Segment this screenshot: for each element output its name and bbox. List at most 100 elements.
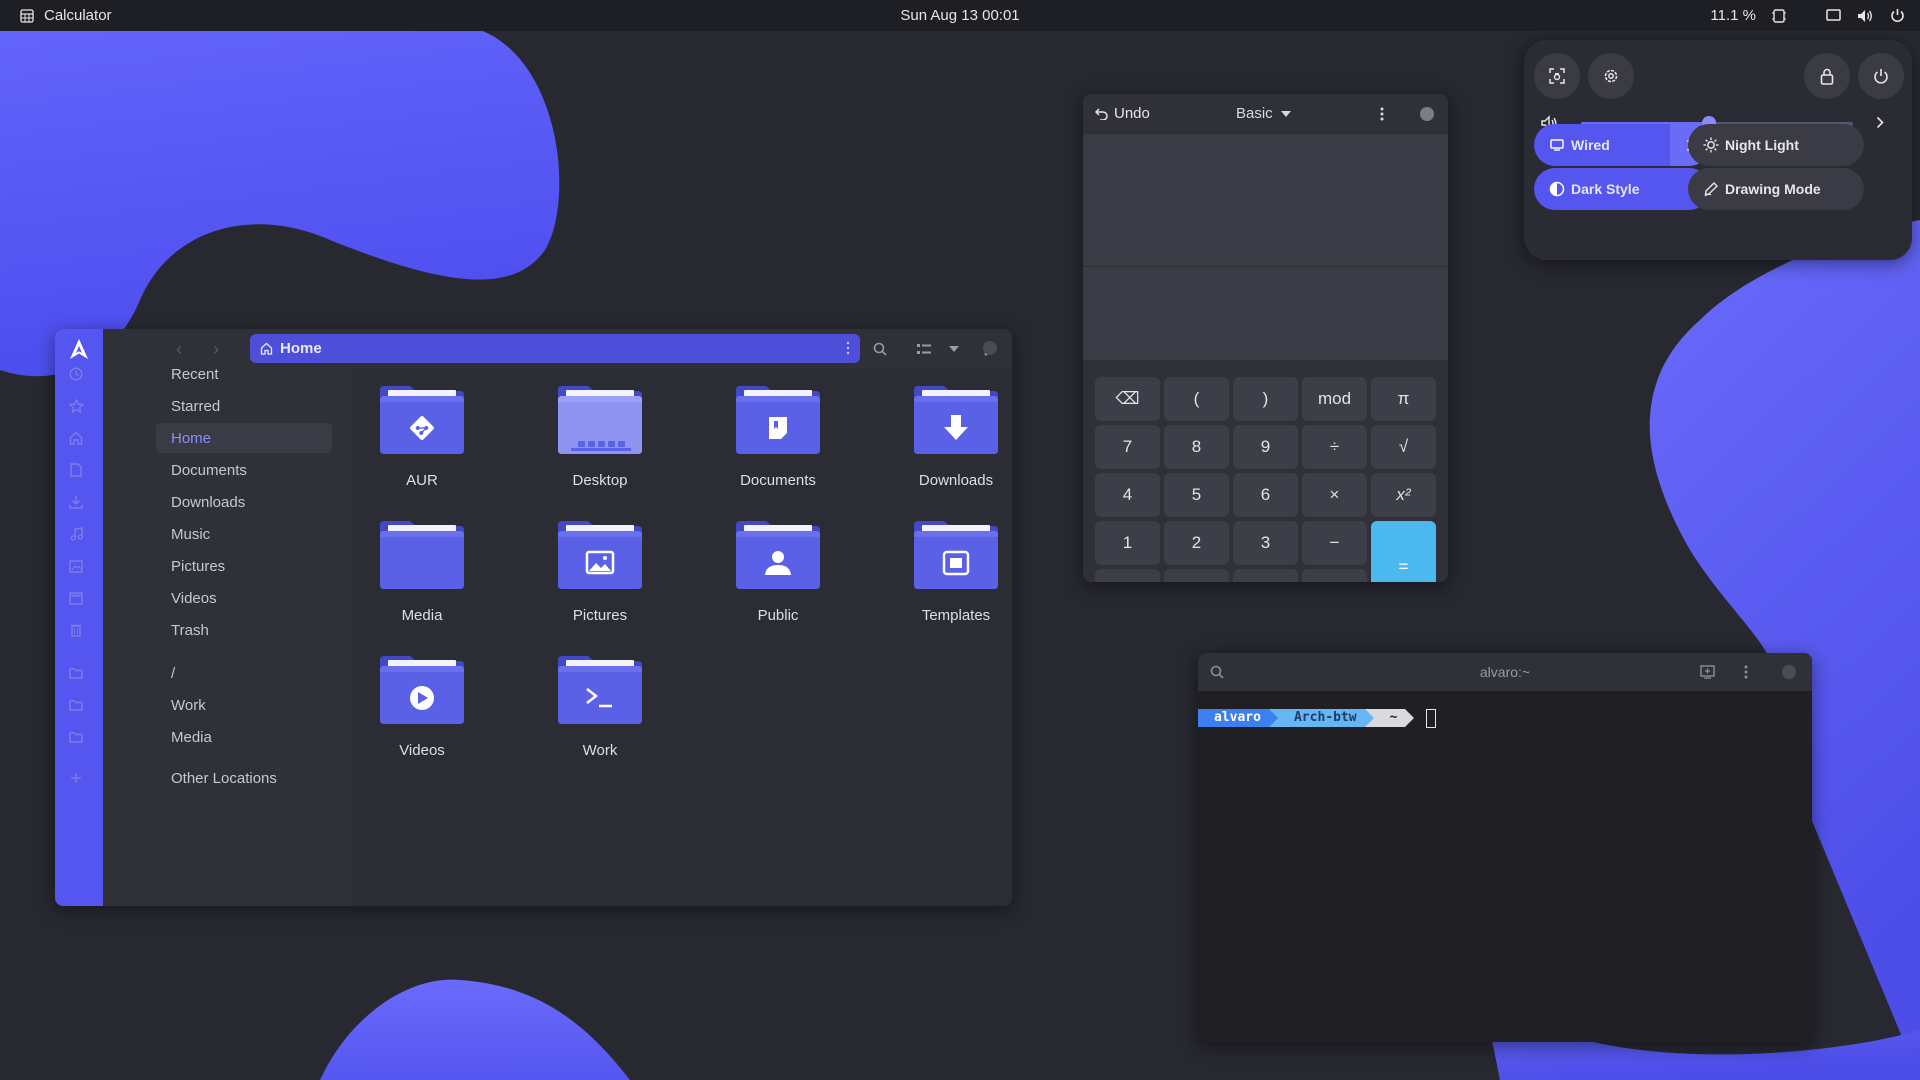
sidebar-item-media[interactable]: Media [103,722,352,752]
folder-downloads[interactable]: Downloads [886,384,1012,516]
close-button[interactable] [983,341,997,355]
power-button[interactable] [1858,53,1904,99]
sidebar-item-other-locations[interactable]: Other Locations [103,763,352,793]
sidebar-item-recent[interactable]: Recent [103,359,352,389]
app-menu[interactable]: Calculator [20,7,112,24]
key-label: . [1194,581,1199,582]
screen-icon [1824,7,1842,25]
sidebar-item-label: Home [171,429,212,447]
key-close-paren[interactable]: ) [1233,377,1298,421]
undo-button[interactable]: Undo [1095,105,1150,122]
download-arrow-icon [910,384,1002,456]
key-multiply[interactable]: × [1302,473,1367,517]
clock[interactable]: Sun Aug 13 00:01 [900,7,1019,24]
key-seven[interactable]: 7 [1095,425,1160,469]
system-tray[interactable]: 11.1 % [1710,7,1906,25]
key-open-paren[interactable]: ( [1164,377,1229,421]
sidebar-item-label: Other Locations [171,769,277,787]
folder-pictures[interactable]: Pictures [530,519,670,651]
key-square[interactable]: x² [1371,473,1436,517]
folder-public[interactable]: Public [708,519,848,651]
list-view-icon[interactable] [915,340,933,358]
close-button[interactable] [1782,665,1796,679]
prompt-host: Arch-btw [1277,709,1365,727]
key-four[interactable]: 4 [1095,473,1160,517]
sidebar-item-downloads[interactable]: Downloads [103,487,352,517]
sidebar-item-videos[interactable]: Videos [103,583,352,613]
search-icon[interactable] [871,340,889,358]
key-divide[interactable]: ÷ [1302,425,1367,469]
key-zero[interactable]: 0 [1095,569,1160,582]
sidebar-item-pictures[interactable]: Pictures [103,551,352,581]
toggle-drawing-mode[interactable]: Drawing Mode [1688,168,1864,210]
path-menu-icon[interactable] [846,341,850,355]
settings-button[interactable] [1588,53,1634,99]
key-plus[interactable]: + [1302,569,1367,582]
key-label: + [1330,581,1340,582]
key-percent[interactable]: % [1233,569,1298,582]
sidebar-item-documents[interactable]: Documents [103,455,352,485]
key-six[interactable]: 6 [1233,473,1298,517]
shell-prompt[interactable]: alvaro Arch-btw ~ [1198,708,1437,728]
folder-documents[interactable]: Documents [708,384,848,516]
toggle-dark-style[interactable]: Dark Style [1534,168,1710,210]
folder-work[interactable]: Work [530,654,670,786]
folder-label: Downloads [918,472,994,489]
key-decimal[interactable]: . [1164,569,1229,582]
folder-label: Media [401,607,443,624]
key-two[interactable]: 2 [1164,521,1229,565]
key-minus[interactable]: − [1302,521,1367,565]
new-tab-icon[interactable] [1700,665,1715,679]
mode-selector[interactable]: Basic [1236,105,1291,122]
file-manager-window: ‹ › Home Recent Starred Home Documents Downl… [55,329,1012,906]
lock-button[interactable] [1804,53,1850,99]
folder-templates[interactable]: Templates [886,519,1012,651]
clock-icon [68,366,84,382]
key-label: 0 [1123,581,1132,582]
toggle-wired[interactable]: Wired [1534,124,1710,166]
pencil-icon [1702,180,1720,198]
gear-icon [1604,69,1618,83]
key-nine[interactable]: 9 [1233,425,1298,469]
toggle-label: Dark Style [1571,181,1640,197]
key-sqrt[interactable]: √ [1371,425,1436,469]
key-backspace[interactable]: ⌫ [1095,377,1160,421]
sidebar-item-work[interactable]: Work [103,690,352,720]
key-five[interactable]: 5 [1164,473,1229,517]
rail-icon [55,487,103,517]
view-options-icon[interactable] [945,340,963,358]
sidebar-item-root[interactable]: / [103,658,352,688]
key-label: 5 [1191,485,1202,504]
close-button[interactable] [1420,107,1434,121]
folder-videos[interactable]: Videos [352,654,492,786]
chevron-right-icon[interactable] [1876,116,1884,129]
sidebar-item-home[interactable]: Home [103,423,352,453]
folder-aur[interactable]: AUR [352,384,492,516]
folder-media[interactable]: Media [352,519,492,651]
folder-label: Desktop [572,472,628,489]
sidebar-item-starred[interactable]: Starred [103,391,352,421]
sun-icon [1702,136,1720,154]
key-equals[interactable]: = [1371,521,1436,582]
calc-menu-icon[interactable] [1380,107,1384,121]
folder-desktop[interactable]: Desktop [530,384,670,516]
music-icon [68,526,84,542]
key-eight[interactable]: 8 [1164,425,1229,469]
rail-icon [55,763,103,793]
toggle-label: Wired [1571,137,1610,153]
terminal-window: alvaro:~ alvaro Arch-btw ~ [1198,653,1812,1042]
toggle-night-light[interactable]: Night Light [1688,124,1864,166]
sidebar-item-music[interactable]: Music [103,519,352,549]
terminal-menu-icon[interactable] [1744,665,1748,679]
folder-icon [68,665,84,681]
key-three[interactable]: 3 [1233,521,1298,565]
calculator-display[interactable] [1083,134,1448,360]
key-label: x² [1396,485,1411,504]
key-one[interactable]: 1 [1095,521,1160,565]
screenshot-button[interactable] [1534,53,1580,99]
key-mod[interactable]: mod [1302,377,1367,421]
folder-label: Videos [399,742,445,759]
rail-icon [55,615,103,645]
key-pi[interactable]: π [1371,377,1436,421]
sidebar-item-trash[interactable]: Trash [103,615,352,645]
